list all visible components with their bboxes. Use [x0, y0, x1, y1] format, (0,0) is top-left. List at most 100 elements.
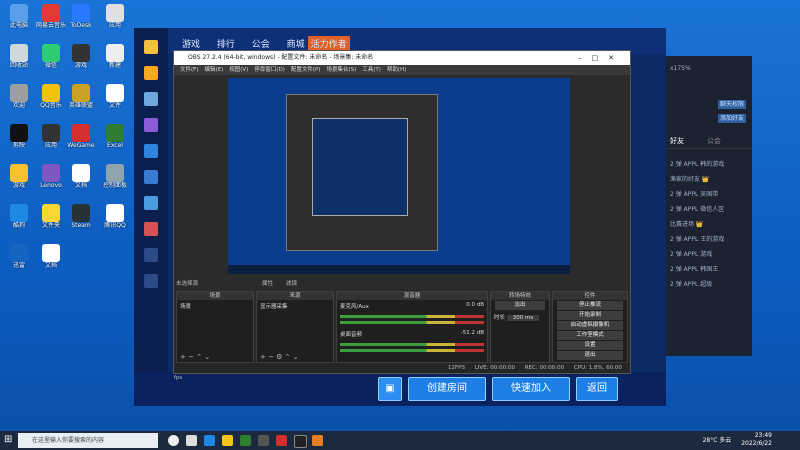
chat-permission-button[interactable]: 聊天权限 [718, 100, 746, 109]
friend-row[interactable]: 2 弹 APPL 王的游戏 [666, 231, 752, 246]
duration-input[interactable]: 300 ms [506, 315, 540, 321]
desktop-icon[interactable]: 游戏 [66, 44, 96, 78]
mail-icon[interactable] [144, 248, 158, 262]
tab-guild-friends[interactable]: 公会 [707, 137, 721, 145]
desktop-icon[interactable]: 网易云音乐 [36, 4, 66, 38]
scenes-toolbar[interactable]: + − ⌃ ⌄ [177, 352, 256, 362]
desktop-icon[interactable]: 回收站 [4, 44, 34, 78]
menu-item[interactable]: 工具(T) [362, 67, 381, 73]
menu-icon[interactable] [144, 118, 158, 132]
clock[interactable]: 23:49 2022/6/22 [741, 432, 772, 448]
tab-rank[interactable]: 排行 [217, 37, 235, 50]
back-button[interactable]: 返回 [576, 377, 618, 401]
desktop-icon[interactable]: 新建 [100, 44, 130, 78]
tab-shop[interactable]: 商城 [287, 37, 305, 50]
window-controls[interactable]: –□✕ [578, 51, 624, 65]
desktop-icon[interactable]: Lenovo [36, 164, 66, 198]
desktop-icon[interactable]: 文档 [36, 244, 66, 278]
source-item[interactable]: 显示器采集 [257, 300, 333, 312]
desktop-icon[interactable]: 应用 [100, 4, 130, 38]
desktop-icon[interactable]: 英雄联盟 [66, 84, 96, 118]
desktop-icon[interactable]: 此电脑 [4, 4, 34, 38]
desktop-icon[interactable]: 欢迎 [4, 84, 34, 118]
stop-streaming-button[interactable]: 停止推流 [557, 301, 623, 310]
exit-button[interactable]: 退出 [557, 351, 623, 360]
desktop-icon[interactable]: 酷狗 [4, 204, 34, 238]
desktop-volume-meter[interactable] [340, 343, 484, 346]
settings-button[interactable]: 设置 [557, 341, 623, 350]
hero-icon[interactable] [144, 196, 158, 210]
menu-item[interactable]: 编辑(E) [204, 67, 223, 73]
desktop-icon[interactable]: 应用 [36, 124, 66, 158]
room-icon[interactable]: ▣ [378, 377, 402, 401]
wegame-icon[interactable] [276, 435, 287, 446]
desktop-icon[interactable]: 文档 [66, 164, 96, 198]
cortana-icon[interactable] [168, 435, 179, 446]
scene-item[interactable]: 场景 [177, 300, 253, 312]
menu-item[interactable]: 配置文件(P) [291, 67, 321, 73]
sources-toolbar[interactable]: + − ⚙ ⌃ ⌄ [257, 352, 336, 362]
add-friend-button[interactable]: 添加好友 [718, 114, 746, 123]
item-icon[interactable] [144, 222, 158, 236]
tab-guild[interactable]: 公会 [252, 37, 270, 50]
mic-volume-meter[interactable] [340, 315, 484, 318]
friends-panel: x175% 聊天权限 添加好友 好友 公会 2 弹 APPL 韩的游戏 渔家的好友… [666, 56, 752, 356]
skill-icon[interactable] [144, 170, 158, 184]
avatar-icon[interactable] [144, 144, 158, 158]
rank-icon[interactable] [144, 66, 158, 80]
desktop-icon[interactable]: 控制面板 [100, 164, 130, 198]
desktop-icon[interactable]: WeGame [66, 124, 96, 158]
chart-icon[interactable] [144, 92, 158, 106]
desktop-icon[interactable]: Excel [100, 124, 130, 158]
desktop-volume-meter-2[interactable] [340, 349, 484, 352]
transition-select[interactable]: 淡出 [495, 301, 545, 310]
tab-game[interactable]: 游戏 [182, 37, 200, 50]
desktop-icon[interactable]: 游戏 [4, 164, 34, 198]
desktop-icon[interactable]: 迅雷 [4, 244, 34, 278]
studio-mode-button[interactable]: 工作室模式 [557, 331, 623, 340]
menu-item[interactable]: 停靠窗口(D) [254, 67, 285, 73]
weather-label[interactable]: 28°C 多云 [703, 437, 732, 444]
desktop-icon[interactable]: QQ音乐 [36, 84, 66, 118]
obs-preview[interactable] [228, 78, 570, 274]
properties-button[interactable]: 属性 [262, 279, 273, 287]
quick-join-button[interactable]: 快速加入 [492, 377, 570, 401]
search-input[interactable]: 在这里输入你要搜索的内容 [18, 433, 158, 448]
desktop-icon[interactable]: 文件夹 [36, 204, 66, 238]
desktop-icon[interactable]: 文件 [100, 84, 130, 118]
friend-row[interactable]: 比赛进场 👑 [666, 216, 752, 231]
menu-item[interactable]: 视图(V) [229, 67, 248, 73]
game-taskbar-icon[interactable] [312, 435, 323, 446]
menu-item[interactable]: 帮助(H) [387, 67, 406, 73]
desktop-icon[interactable]: 腾讯QQ [100, 204, 130, 238]
desktop-icon[interactable]: 微信 [36, 44, 66, 78]
chat-icon[interactable] [144, 274, 158, 288]
friend-row[interactable]: 渔家的好友 👑 [666, 171, 752, 186]
tab-friends[interactable]: 好友 [670, 137, 684, 145]
mic-volume-meter-2[interactable] [340, 321, 484, 324]
friend-row[interactable]: 2 弹 APPL 游戏 [666, 246, 752, 261]
desktop-icon[interactable]: Steam [66, 204, 96, 238]
friend-row[interactable]: 2 弹 APPL 超级 [666, 276, 752, 291]
friend-row[interactable]: 2 弹 APPL 吴国带 [666, 186, 752, 201]
obs-icon[interactable] [294, 435, 307, 448]
menu-item[interactable]: 文件(F) [180, 67, 198, 73]
menu-item[interactable]: 场景集合(S) [326, 67, 356, 73]
create-room-button[interactable]: 创建房间 [408, 377, 486, 401]
edge-icon[interactable] [204, 435, 215, 446]
start-recording-button[interactable]: 开始录制 [557, 311, 623, 320]
virtual-camera-button[interactable]: 启动虚拟摄像机 [557, 321, 623, 330]
event-banner[interactable]: 活力作者 [307, 36, 350, 51]
friend-row[interactable]: 2 弹 APPL 韩的游戏 [666, 156, 752, 171]
friend-row[interactable]: 2 弹 APPL 微信人区 [666, 201, 752, 216]
wechat-icon[interactable] [240, 435, 251, 446]
system-tray[interactable]: 28°C 多云 23:49 2022/6/22 [703, 432, 772, 448]
desktop-icon[interactable]: ToDesk [66, 4, 96, 38]
friend-row[interactable]: 2 弹 APPL 韩国王 [666, 261, 752, 276]
task-view-icon[interactable] [186, 435, 197, 446]
desktop-icon[interactable]: 剪映 [4, 124, 34, 158]
app-icon[interactable] [258, 435, 269, 446]
filters-button[interactable]: 滤镜 [286, 279, 297, 287]
explorer-icon[interactable] [222, 435, 233, 446]
start-icon[interactable]: ⊞ [4, 435, 14, 445]
